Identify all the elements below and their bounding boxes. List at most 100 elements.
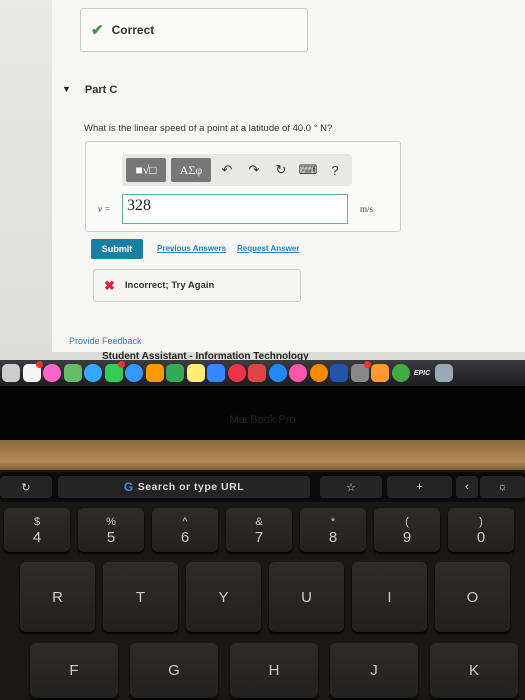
reload-icon[interactable]: ↻ (0, 476, 52, 498)
books-icon[interactable] (309, 364, 328, 382)
photos-icon[interactable] (43, 364, 61, 382)
key-6[interactable]: ^ 6 (152, 508, 218, 552)
notification-badge (363, 361, 371, 368)
maps-icon[interactable] (63, 364, 82, 382)
key-shift-symbol: ( (405, 515, 409, 528)
notes-icon[interactable] (186, 364, 205, 382)
key-J[interactable]: J (330, 643, 418, 698)
pages-icon[interactable] (145, 364, 164, 382)
key-shift-symbol: ) (479, 515, 483, 528)
key-label: 4 (32, 528, 42, 546)
reset-icon[interactable]: ↻ (270, 162, 292, 178)
previous-answers-link[interactable]: Previous Answers (157, 244, 226, 253)
collapse-triangle-icon[interactable]: ▼ (62, 84, 71, 96)
dock: EPIC (0, 360, 525, 386)
new-tab-icon[interactable]: + (387, 476, 452, 498)
key-0[interactable]: ) 0 (448, 508, 514, 552)
keyboard-icon[interactable]: ⌨ (297, 162, 319, 178)
answer-input[interactable]: 328 (122, 194, 348, 224)
facetime-icon[interactable] (104, 361, 125, 382)
key-8[interactable]: * 8 (300, 508, 366, 552)
keynote-icon[interactable] (207, 364, 225, 382)
key-label: 6 (180, 528, 190, 546)
question-text: What is the linear speed of a point at a… (84, 123, 333, 134)
key-label: T (135, 588, 146, 606)
redo-icon[interactable]: ↷ (243, 162, 265, 178)
key-label: 9 (402, 528, 412, 546)
key-F[interactable]: F (30, 643, 118, 698)
check-icon: ✔ (91, 22, 104, 39)
incorrect-feedback: ✖ Incorrect; Try Again (93, 269, 301, 302)
correct-feedback: ✔ Correct (80, 8, 308, 52)
touchbar-search[interactable]: G Search or type URL (58, 476, 310, 498)
provide-feedback-link[interactable]: Provide Feedback (69, 336, 142, 346)
key-U[interactable]: U (269, 562, 344, 632)
key-label: K (468, 662, 479, 679)
safari-icon[interactable] (125, 364, 143, 382)
correct-text: Correct (111, 23, 155, 37)
key-R[interactable]: R (20, 562, 95, 632)
key-label: J (370, 662, 378, 679)
submit-button[interactable]: Submit (91, 239, 143, 259)
key-K[interactable]: K (430, 643, 518, 698)
undo-icon[interactable]: ↶ (216, 162, 238, 178)
variable-label: v = (98, 204, 111, 214)
itunes-icon[interactable] (289, 364, 307, 382)
key-H[interactable]: H (230, 643, 318, 698)
screen: ✔ Correct ▼ Part C What is the linear sp… (0, 0, 525, 362)
chrome-icon[interactable] (391, 364, 410, 382)
messages-icon[interactable] (84, 364, 102, 382)
key-label: H (268, 662, 280, 679)
numbers-icon[interactable] (166, 364, 184, 382)
templates-button[interactable]: ■√□ (126, 158, 166, 182)
answer-box: ■√□ ΑΣφ ↶ ↷ ↻ ⌨ ? v = 328 m/s (85, 141, 401, 232)
key-label: F (69, 662, 79, 679)
key-Y[interactable]: Y (186, 562, 261, 632)
search-text: Search or type URL (137, 481, 245, 493)
key-O[interactable]: O (435, 562, 510, 632)
key-4[interactable]: $4 (4, 508, 70, 552)
google-icon: G (123, 480, 134, 494)
key-shift-symbol: & (255, 515, 263, 528)
news-icon[interactable] (227, 364, 246, 382)
math-toolbar: ■√□ ΑΣφ ↶ ↷ ↻ ⌨ ? (122, 154, 352, 186)
request-answer-link[interactable]: Request Answer (237, 244, 299, 253)
microsoft-store-icon[interactable] (371, 364, 389, 382)
notification-badge (35, 361, 43, 368)
key-7[interactable]: & 7 (226, 508, 292, 552)
key-label: 8 (328, 528, 338, 546)
key-label: O (466, 588, 479, 606)
touch-bar: ↻ G Search or type URL ☆ + ‹ ☼ (0, 472, 525, 502)
screen-bezel (0, 386, 525, 440)
help-icon[interactable]: ? (324, 163, 346, 178)
key-label: G (168, 662, 180, 679)
brightness-icon[interactable]: ☼ (480, 476, 525, 498)
key-9[interactable]: (9 (374, 508, 440, 552)
brand-label: MacBook Pro (229, 414, 296, 426)
powerpoint-icon[interactable] (248, 364, 266, 382)
key-shift-symbol: ^ (182, 515, 188, 528)
key-5[interactable]: % 5 (78, 508, 144, 552)
epic-games-icon[interactable]: EPIC (412, 370, 432, 377)
part-label: Part C (84, 84, 118, 96)
key-label: Y (218, 588, 229, 606)
key-label: 5 (106, 528, 116, 546)
word-icon[interactable] (330, 364, 348, 382)
x-icon: ✖ (104, 277, 115, 293)
key-T[interactable]: T (103, 562, 178, 632)
back-chevron-icon[interactable]: ‹ (456, 476, 478, 498)
system-preferences-icon[interactable] (350, 361, 371, 382)
key-label: R (52, 588, 63, 606)
key-label: I (387, 588, 392, 606)
key-label: 7 (254, 528, 264, 546)
key-shift-symbol: $ (33, 515, 41, 528)
key-G[interactable]: G (130, 643, 218, 698)
reminders-icon[interactable] (22, 361, 43, 382)
app-store-icon[interactable] (268, 364, 287, 382)
greek-symbols-button[interactable]: ΑΣφ (171, 158, 211, 182)
key-I[interactable]: I (352, 562, 427, 632)
contacts-icon[interactable] (2, 364, 20, 382)
bookmark-icon[interactable]: ☆ (320, 476, 382, 498)
preview-icon[interactable] (434, 364, 453, 382)
part-c-header[interactable]: ▼ Part C (62, 84, 117, 96)
